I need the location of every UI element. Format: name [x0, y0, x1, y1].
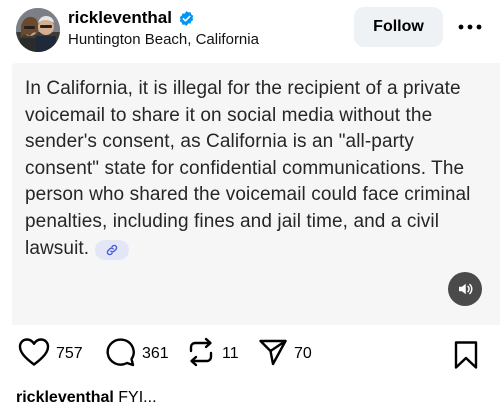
like-button[interactable]: 757	[18, 336, 83, 372]
repost-button[interactable]: 11	[186, 336, 239, 372]
username-row: rickleventhal	[68, 8, 195, 28]
post-text: In California, it is illegal for the rec…	[25, 78, 471, 259]
bookmark-icon[interactable]	[452, 340, 480, 370]
like-count: 757	[56, 345, 83, 362]
repost-icon	[186, 337, 216, 372]
comment-icon	[104, 337, 136, 372]
share-count: 70	[294, 345, 312, 362]
repost-count: 11	[222, 345, 239, 362]
caption-preview[interactable]: rickleventhal FYI...	[16, 388, 157, 408]
comment-button[interactable]: 361	[104, 336, 169, 372]
more-options-icon[interactable]	[455, 12, 485, 42]
post-text-block: In California, it is illegal for the rec…	[25, 76, 485, 262]
follow-button[interactable]: Follow	[354, 7, 443, 47]
caption-text: FYI...	[118, 389, 157, 406]
avatar[interactable]	[16, 8, 60, 52]
caption-username[interactable]: rickleventhal	[16, 389, 114, 406]
post-header: rickleventhal Huntington Beach, Californ…	[0, 0, 500, 62]
post-location[interactable]: Huntington Beach, California	[68, 31, 259, 49]
share-icon	[258, 337, 288, 372]
link-icon[interactable]	[95, 239, 130, 260]
comment-count: 361	[142, 345, 169, 362]
post-media[interactable]: In California, it is illegal for the rec…	[12, 63, 500, 325]
username[interactable]: rickleventhal	[68, 8, 172, 28]
action-bar: 757 361 11 70	[0, 336, 500, 376]
share-button[interactable]: 70	[258, 336, 312, 372]
verified-badge-icon	[178, 10, 195, 27]
heart-icon	[18, 337, 50, 372]
speaker-icon[interactable]	[448, 272, 482, 306]
